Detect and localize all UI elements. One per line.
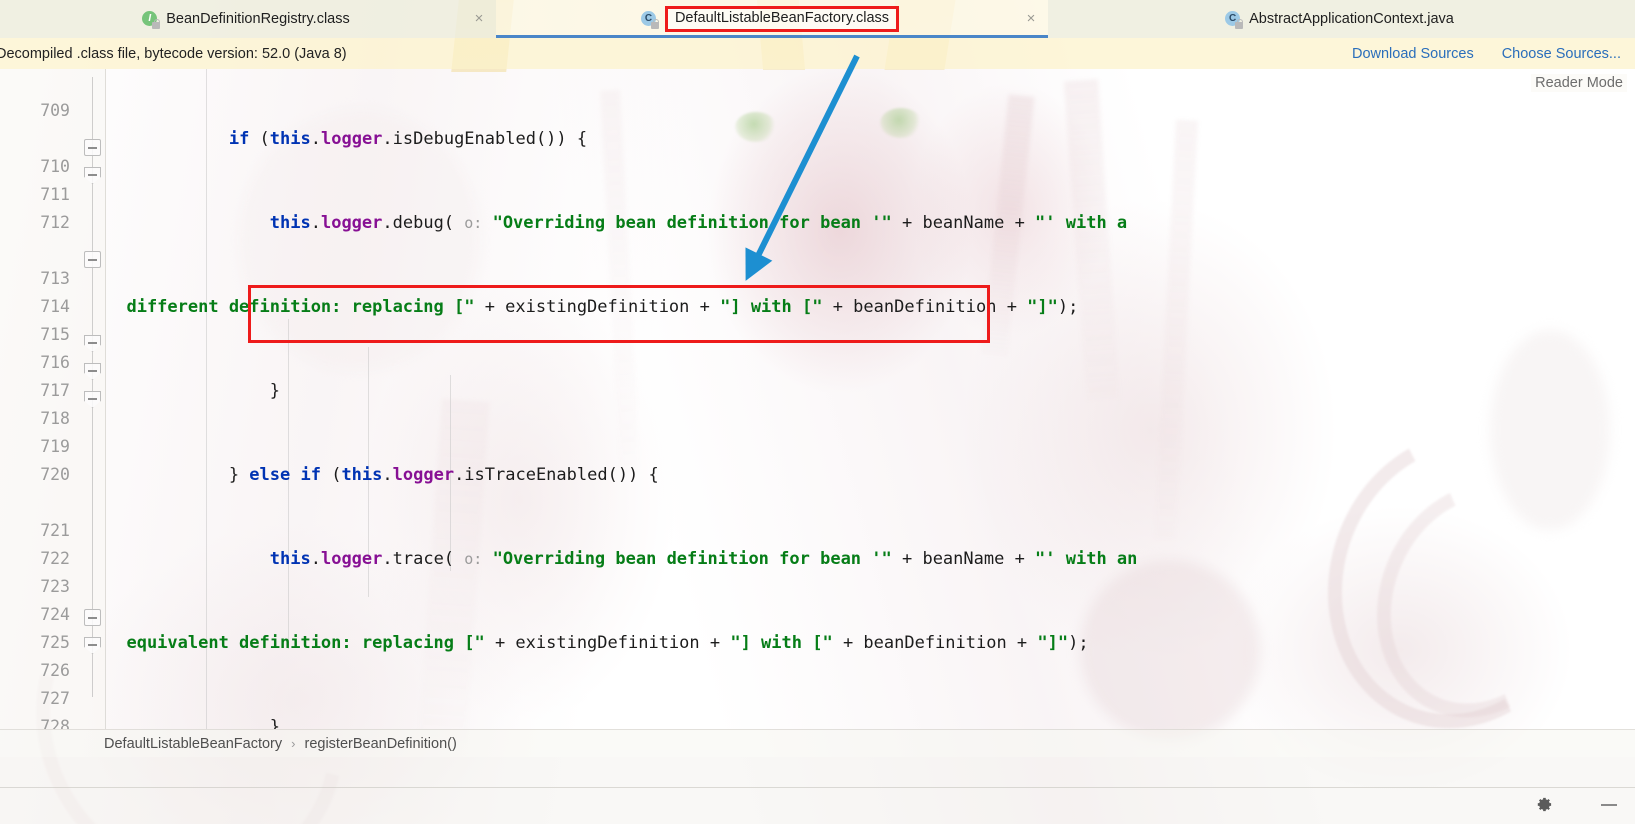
class-icon: C [1225,10,1244,29]
tab-close-icon[interactable]: × [472,11,486,26]
class-icon: C [640,10,659,29]
fold-marker-collapse[interactable] [84,139,101,156]
line-number: 713 [40,269,70,288]
fold-marker-end[interactable] [84,363,101,380]
line-number: 728 [40,717,70,729]
tab-BeanDefinitionRegistry[interactable]: I BeanDefinitionRegistry.class × [0,0,496,38]
line-number: 709 [40,101,70,120]
minimize-icon[interactable] [1601,804,1617,806]
code-line-713: } [106,717,280,729]
line-number: 714 [40,297,70,316]
tab-label: DefaultListableBeanFactory.class [664,6,900,32]
line-number: 721 [40,521,70,540]
breadcrumb: DefaultListableBeanFactory › registerBea… [0,729,1635,757]
code-line-709-wrap: different definition: replacing [" + exi… [106,297,1079,317]
line-number: 711 [40,185,70,204]
interface-icon: I [142,10,161,29]
fold-marker-collapse[interactable] [84,609,101,626]
code-line-708: if (this.logger.isDebugEnabled()) { [228,129,588,149]
fold-marker-end[interactable] [84,335,101,352]
tab-label: BeanDefinitionRegistry.class [166,11,350,27]
tab-AbstractApplicationContext[interactable]: C AbstractApplicationContext.java [1048,0,1635,38]
line-number: 715 [40,325,70,344]
breadcrumb-method[interactable]: registerBeanDefinition() [304,736,456,752]
code-line-712: this.logger.trace( o: "Overriding bean d… [269,549,1138,569]
download-sources-link[interactable]: Download Sources [1352,46,1474,62]
tab-label: AbstractApplicationContext.java [1249,11,1454,27]
status-bar-divider [0,787,1635,788]
line-number: 723 [40,577,70,596]
ide-window: I BeanDefinitionRegistry.class × C Defau… [0,0,1635,824]
line-number: 710 [40,157,70,176]
breadcrumb-separator: › [291,736,296,751]
notification-actions: Download Sources Choose Sources... [1352,46,1635,62]
choose-sources-link[interactable]: Choose Sources... [1502,46,1621,62]
decompiler-notification-bar: Decompiled .class file, bytecode version… [0,38,1635,69]
editor-tab-bar: I BeanDefinitionRegistry.class × C Defau… [0,0,1635,38]
fold-marker-end[interactable] [84,637,101,654]
code-line-709: this.logger.debug( o: "Overriding bean d… [269,213,1128,233]
tab-close-icon[interactable]: × [1024,11,1038,26]
code-content[interactable]: if (this.logger.isDebugEnabled()) { this… [106,69,1635,729]
status-bar [0,757,1635,824]
tab-DefaultListableBeanFactory[interactable]: C DefaultListableBeanFactory.class × [496,0,1048,38]
line-number: 712 [40,213,70,232]
fold-marker-end[interactable] [84,167,101,184]
notification-message: Decompiled .class file, bytecode version… [0,45,347,62]
line-number: 726 [40,661,70,680]
line-number: 724 [40,605,70,624]
code-line-712-wrap: equivalent definition: replacing [" + ex… [106,633,1089,653]
line-number: 718 [40,409,70,428]
line-number: 719 [40,437,70,456]
line-number: 725 [40,633,70,652]
code-editor[interactable]: 708 709 · 710 711 712 · 713 714 715 716 … [0,69,1635,729]
breadcrumb-class[interactable]: DefaultListableBeanFactory [104,736,282,752]
line-number: 727 [40,689,70,708]
fold-marker-collapse[interactable] [84,251,101,268]
code-line-711: } else if (this.logger.isTraceEnabled())… [106,465,659,485]
line-number: 716 [40,353,70,372]
gear-icon[interactable] [1534,795,1553,814]
fold-marker-end[interactable] [84,391,101,408]
line-number-column: 708 709 · 710 711 712 · 713 714 715 716 … [0,69,74,729]
line-number: 722 [40,549,70,568]
line-number: 720 [40,465,70,484]
code-line-710: } [106,381,280,401]
line-number: 717 [40,381,70,400]
reader-mode-label[interactable]: Reader Mode [1531,74,1627,92]
